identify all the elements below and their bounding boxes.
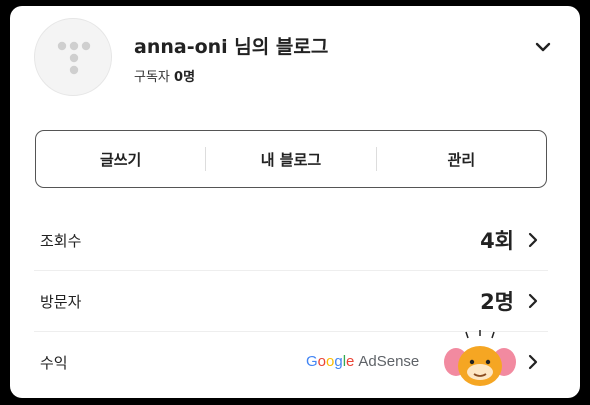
- chevron-right-icon: [528, 354, 538, 370]
- chevron-right-icon: [528, 232, 538, 248]
- subscriber-value: 0명: [174, 70, 196, 85]
- manage-button[interactable]: 관리: [377, 131, 546, 187]
- tistory-logo-icon[interactable]: [34, 18, 112, 96]
- avatar-dots: [57, 41, 91, 75]
- blog-header: anna-oni 님의 블로그 구독자 0명: [34, 16, 556, 100]
- chevron-down-icon[interactable]: [532, 36, 554, 58]
- chevron-right-icon: [528, 293, 538, 309]
- visitors-value: 2명: [480, 290, 514, 314]
- views-row[interactable]: 조회수 4회: [40, 210, 548, 270]
- character-mascot-icon: [444, 330, 516, 386]
- google-letter: e: [346, 353, 355, 370]
- google-letter: o: [317, 353, 327, 370]
- adsense-wordmark: AdSense: [358, 353, 420, 370]
- blog-actions: 글쓰기 내 블로그 관리: [35, 130, 547, 188]
- subscriber-count: 구독자 0명: [134, 66, 195, 85]
- adsense-logo: Google AdSense: [306, 353, 419, 370]
- write-button[interactable]: 글쓰기: [36, 131, 205, 187]
- revenue-label: 수익: [40, 353, 68, 372]
- revenue-row[interactable]: 수익 Google AdSense: [40, 330, 548, 392]
- google-letter: g: [334, 353, 343, 370]
- subscriber-label: 구독자: [134, 70, 170, 85]
- visitors-row[interactable]: 방문자 2명: [40, 271, 548, 331]
- blog-summary-card: anna-oni 님의 블로그 구독자 0명 글쓰기 내 블로그 관리 조회수 …: [10, 6, 580, 398]
- google-letter: G: [306, 353, 318, 370]
- my-blog-button[interactable]: 내 블로그: [206, 131, 375, 187]
- google-wordmark: Google: [306, 353, 354, 370]
- views-value: 4회: [480, 229, 514, 253]
- visitors-label: 방문자: [40, 292, 82, 311]
- blog-title[interactable]: anna-oni 님의 블로그: [134, 32, 328, 59]
- views-label: 조회수: [40, 231, 82, 250]
